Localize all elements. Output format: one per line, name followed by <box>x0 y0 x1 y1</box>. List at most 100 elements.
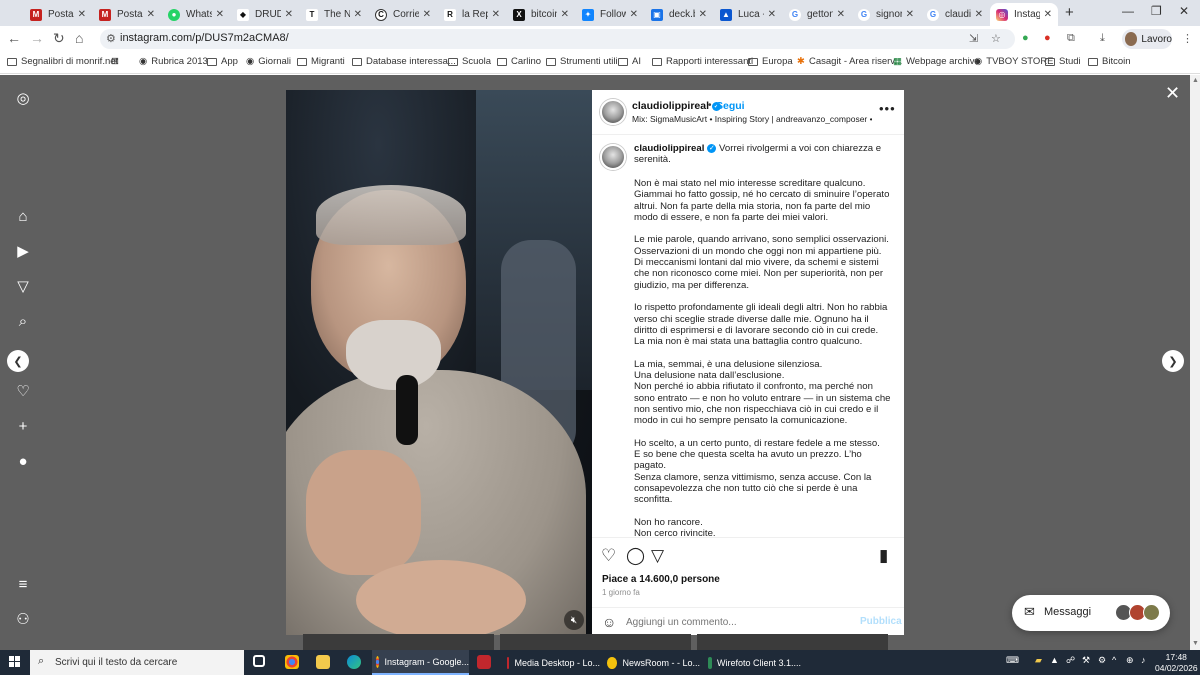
tray-app-icon[interactable]: ⚒ <box>1082 655 1093 666</box>
browser-tab[interactable]: T The Ne ✕ <box>300 3 368 26</box>
browser-tab[interactable]: ✦ Follow ✕ <box>576 3 644 26</box>
keyboard-icon[interactable]: ⌨ <box>1006 655 1019 666</box>
bookmark-item[interactable]: Scuola <box>448 56 491 67</box>
extension-icon[interactable]: ● <box>1044 32 1051 44</box>
publish-button[interactable]: Pubblica <box>860 616 902 627</box>
folder-tray-icon[interactable]: ▰ <box>1035 655 1046 666</box>
home-icon[interactable]: ⌂ <box>14 207 32 225</box>
more-apps-icon[interactable]: ⚇ <box>14 610 32 628</box>
more-options-icon[interactable]: ••• <box>879 101 896 116</box>
browser-tab[interactable]: ▲ Luca - ✕ <box>714 3 782 26</box>
extension-icon[interactable]: ● <box>1022 32 1029 44</box>
browser-tab[interactable]: ● WhatsA ✕ <box>162 3 230 26</box>
bookmark-item[interactable]: Database interessa... <box>352 56 456 67</box>
bookmark-item[interactable]: Segnalibri di monrif.net <box>7 56 118 67</box>
chrome-icon[interactable] <box>285 655 299 669</box>
close-tab-icon[interactable]: ✕ <box>768 9 776 20</box>
audio-attribution[interactable]: Mix: SigmaMusicArt • Inspiring Story | a… <box>632 114 872 124</box>
show-hidden-icons-icon[interactable]: ^ <box>1112 655 1123 666</box>
taskbar-app-media-desktop[interactable]: Media Desktop - Lo... <box>503 650 600 675</box>
follow-button[interactable]: Segui <box>716 100 745 112</box>
minimize-icon[interactable]: — <box>1122 4 1134 18</box>
bookmark-item[interactable]: Strumenti utili <box>546 56 618 67</box>
volume-icon[interactable]: ♪ <box>1141 655 1152 666</box>
bookmark-item[interactable]: ▦ Webpage archive <box>893 56 980 67</box>
taskbar-app-instagram[interactable]: Instagram - Google... <box>372 650 469 675</box>
file-explorer-icon[interactable] <box>316 655 330 669</box>
close-tab-icon[interactable]: ✕ <box>216 9 224 20</box>
bookmark-item[interactable]: ◉ Rubrica 2013 <box>139 56 208 67</box>
instagram-logo-icon[interactable]: ◎ <box>14 89 32 107</box>
scroll-up-icon[interactable]: ▲ <box>1192 77 1199 84</box>
search-icon[interactable]: ⌕ <box>14 312 32 330</box>
close-tab-icon[interactable]: ✕ <box>354 9 362 20</box>
bookmark-star-icon[interactable]: ☆ <box>991 32 1001 45</box>
like-heart-icon[interactable]: ♡ <box>601 546 616 566</box>
browser-tab[interactable]: ◆ DRUDG ✕ <box>231 3 299 26</box>
profile-avatar-icon[interactable]: ● <box>14 452 32 470</box>
bookmark-item[interactable]: Carlino <box>497 56 541 67</box>
comment-input[interactable] <box>626 613 846 631</box>
profile-chip[interactable]: Lavoro <box>1122 29 1172 49</box>
emoji-icon[interactable]: ☺ <box>602 614 616 630</box>
close-tab-icon[interactable]: ✕ <box>837 9 845 20</box>
apps-grid-icon[interactable]: ⊞ <box>111 56 119 67</box>
avatar[interactable] <box>600 99 626 125</box>
close-tab-icon[interactable]: ✕ <box>1044 9 1052 20</box>
windows-start-icon[interactable] <box>9 656 21 668</box>
notifications-heart-icon[interactable]: ♡ <box>14 382 32 400</box>
close-tab-icon[interactable]: ✕ <box>630 9 638 20</box>
close-modal-icon[interactable]: ✕ <box>1165 83 1180 104</box>
address-bar[interactable]: ⚙ instagram.com/p/DUS7m2aCMA8/ <box>100 29 1015 49</box>
likes-count[interactable]: Piace a 14.600,0 persone <box>602 574 720 585</box>
extensions-puzzle-icon[interactable]: ⧉ <box>1067 32 1075 45</box>
page-scrollbar[interactable]: ▲ ▼ <box>1190 75 1200 650</box>
close-tab-icon[interactable]: ✕ <box>423 9 431 20</box>
bookmark-item[interactable]: Bitcoin <box>1088 56 1131 67</box>
avatar[interactable] <box>600 144 626 170</box>
bookmark-item[interactable]: ◉ TVBOY STORE <box>974 56 1054 67</box>
bookmark-item[interactable]: ✱ Casagit - Area riserv... <box>797 56 902 67</box>
related-post-thumbnail[interactable] <box>697 634 888 650</box>
tray-app-icon[interactable]: ▲ <box>1050 655 1061 666</box>
post-video[interactable]: 🔇︎ <box>286 90 592 635</box>
browser-tab[interactable]: M Posta in ✕ <box>93 3 161 26</box>
username[interactable]: claudiolippireal <box>634 143 704 154</box>
bookmark-item[interactable]: ◉ Giornali <box>246 56 291 67</box>
network-icon[interactable]: ☍ <box>1066 655 1077 666</box>
taskbar-app-newsroom[interactable]: NewsRoom - - Lo... <box>603 650 700 675</box>
related-post-thumbnail[interactable] <box>500 634 691 650</box>
previous-post-icon[interactable]: ❮ <box>7 350 29 372</box>
browser-tab[interactable]: Gsignor ✕ <box>852 3 920 26</box>
settings-gear-icon[interactable]: ⚙ <box>1098 655 1109 666</box>
username[interactable]: claudiolippireal <box>632 100 709 112</box>
close-tab-icon[interactable]: ✕ <box>906 9 914 20</box>
close-tab-icon[interactable]: ✕ <box>78 9 86 20</box>
forward-icon[interactable]: → <box>30 30 44 46</box>
reels-icon[interactable]: ▶ <box>14 242 32 260</box>
taskbar-app-wirefoto[interactable]: Wirefoto Client 3.1.... <box>704 650 801 675</box>
share-icon[interactable]: ▽ <box>651 546 664 566</box>
bookmark-item[interactable]: Studi <box>1045 56 1081 67</box>
bookmark-item[interactable]: Rapporti interessanti <box>652 56 753 67</box>
bookmark-item[interactable]: App <box>207 56 238 67</box>
create-plus-icon[interactable]: + <box>14 417 32 435</box>
comment-icon[interactable]: ◯ <box>626 546 645 566</box>
globe-icon[interactable]: ⊕ <box>1126 655 1137 666</box>
browser-tab[interactable]: ▣ deck.bl ✕ <box>645 3 713 26</box>
task-view-icon[interactable] <box>253 655 265 667</box>
menu-hamburger-icon[interactable]: ≡ <box>14 575 32 593</box>
next-post-icon[interactable]: ❯ <box>1162 350 1184 372</box>
related-post-thumbnail[interactable] <box>303 634 494 650</box>
site-info-icon[interactable]: ⚙ <box>106 32 116 45</box>
close-tab-icon[interactable]: ✕ <box>699 9 707 20</box>
close-tab-icon[interactable]: ✕ <box>492 9 500 20</box>
maximize-icon[interactable]: ❐ <box>1151 4 1162 18</box>
browser-tab[interactable]: Gclaudio ✕ <box>921 3 989 26</box>
bookmark-item[interactable]: Migranti <box>297 56 345 67</box>
download-icon[interactable]: ⤓ <box>1100 32 1105 45</box>
bookmark-item[interactable]: AI <box>618 56 641 67</box>
bookmark-item[interactable]: Europa <box>748 56 793 67</box>
save-bookmark-icon[interactable]: ▮ <box>879 546 888 566</box>
close-tab-icon[interactable]: ✕ <box>561 9 569 20</box>
